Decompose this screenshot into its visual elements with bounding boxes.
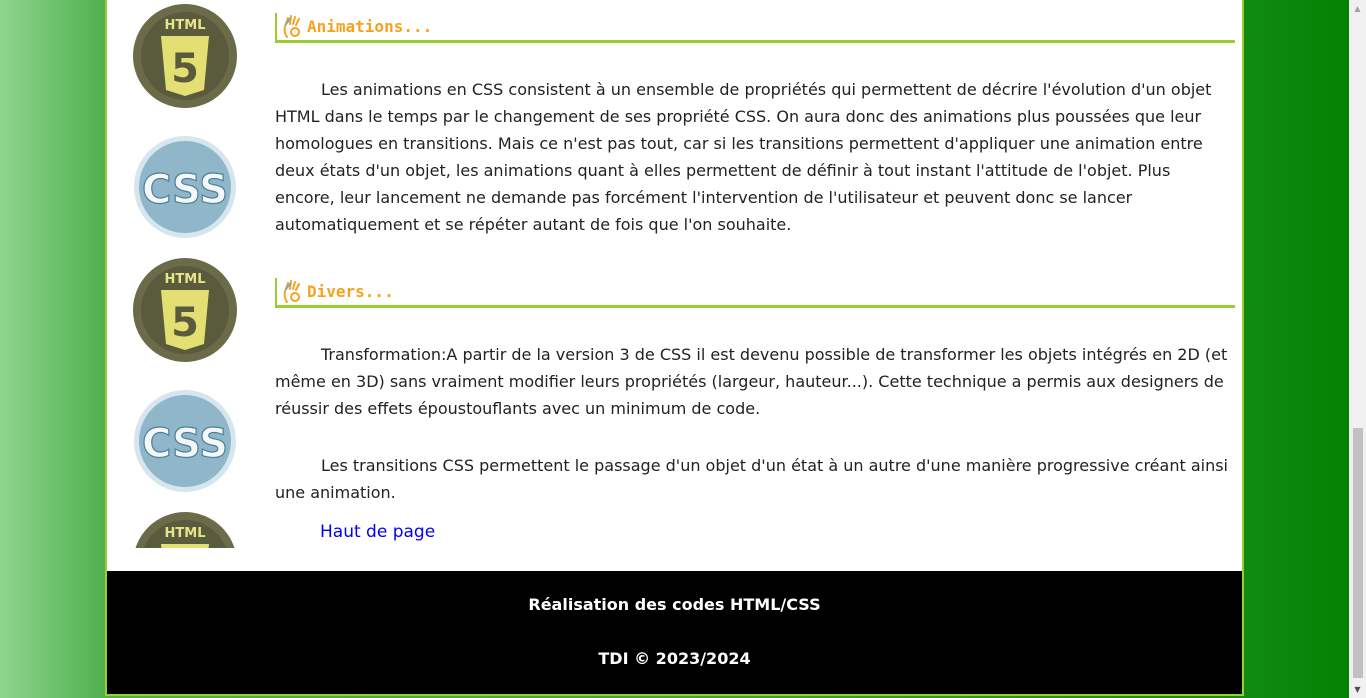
scroll-up-arrow-icon[interactable]: ▲ xyxy=(1349,0,1366,17)
html5-logo: HTML 5 xyxy=(133,4,237,108)
svg-text:HTML: HTML xyxy=(165,526,206,541)
paragraph-transformation: Transformation:A partir de la version 3 … xyxy=(275,345,1228,418)
footer-copyright: TDI © 2023/2024 xyxy=(598,649,751,668)
css-logo: CSS xyxy=(134,390,236,492)
hand-icon xyxy=(283,14,300,38)
svg-text:HTML: HTML xyxy=(165,18,206,33)
paragraph-transitions: Les transitions CSS permettent le passag… xyxy=(275,456,1228,502)
scroll-down-arrow-icon[interactable]: ▼ xyxy=(1349,681,1366,698)
css-logo: CSS xyxy=(134,136,236,238)
back-to-top-link[interactable]: Haut de page xyxy=(320,522,435,542)
footer-credits: Réalisation des codes HTML/CSS xyxy=(528,595,821,614)
section-title-divers: Divers... xyxy=(275,278,1235,308)
paragraph-animations: Les animations en CSS consistent à un en… xyxy=(275,80,1212,234)
svg-text:CSS: CSS xyxy=(142,167,228,213)
html5-logo: HTML xyxy=(135,512,235,548)
svg-text:HTML: HTML xyxy=(165,272,206,287)
section-title-label: Animations... xyxy=(307,17,433,36)
section-title-animations: Animations... xyxy=(275,13,1235,43)
section-title-label: Divers... xyxy=(307,282,394,301)
sidebar-logos: HTML 5 CSS HTML 5 CSS HTML xyxy=(127,0,242,548)
html5-logo: HTML 5 xyxy=(133,258,237,362)
footer: Réalisation des codes HTML/CSS TDI © 202… xyxy=(107,571,1242,694)
svg-text:5: 5 xyxy=(171,46,199,92)
svg-text:CSS: CSS xyxy=(142,421,228,467)
hand-icon xyxy=(283,279,300,303)
scrollbar-thumb[interactable] xyxy=(1353,428,1363,678)
svg-text:5: 5 xyxy=(171,300,199,346)
page-container: HTML 5 CSS HTML 5 CSS HTML Animations...… xyxy=(105,0,1244,696)
vertical-scrollbar[interactable]: ▲ ▼ xyxy=(1349,0,1366,698)
